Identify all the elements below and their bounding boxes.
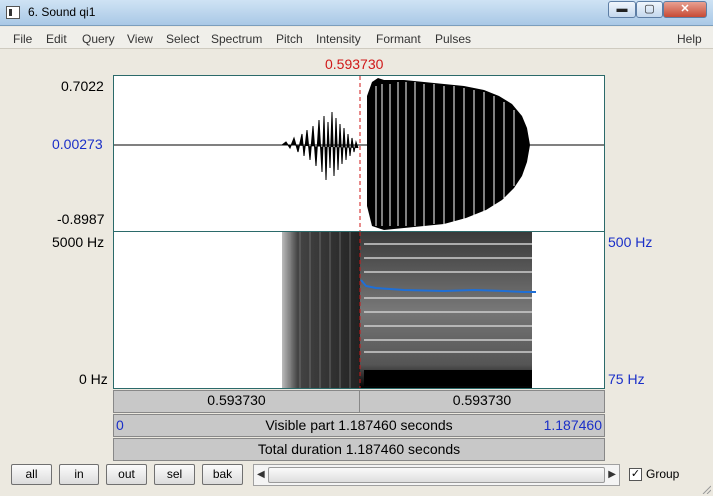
spectrogram-graphic bbox=[282, 232, 536, 388]
resize-grip-icon[interactable] bbox=[701, 484, 711, 494]
window-title: 6. Sound qi1 bbox=[28, 5, 96, 19]
menu-edit[interactable]: Edit bbox=[46, 32, 67, 46]
menu-query[interactable]: Query bbox=[82, 32, 115, 46]
waveform-graphic bbox=[114, 76, 604, 231]
left-segment-duration: 0.593730 bbox=[207, 392, 266, 408]
menu-help[interactable]: Help bbox=[677, 32, 702, 46]
menu-select[interactable]: Select bbox=[166, 32, 199, 46]
waveform-cursor-value-label: 0.00273 bbox=[52, 136, 103, 152]
waveform-min-label: -0.8987 bbox=[57, 211, 105, 227]
total-duration-bar[interactable]: Total duration 1.187460 seconds bbox=[113, 438, 605, 461]
zoom-out-button[interactable]: out bbox=[106, 464, 147, 485]
menu-spectrum[interactable]: Spectrum bbox=[211, 32, 262, 46]
right-segment[interactable]: 0.593730 bbox=[360, 391, 604, 412]
menu-pitch[interactable]: Pitch bbox=[276, 32, 303, 46]
zoom-selection-button[interactable]: sel bbox=[154, 464, 195, 485]
scrollbar-thumb[interactable] bbox=[268, 467, 605, 483]
visible-part-bar[interactable]: 0 Visible part 1.187460 seconds 1.187460 bbox=[113, 414, 605, 437]
zoom-in-button[interactable]: in bbox=[59, 464, 99, 485]
menu-bar: File Edit Query View Select Spectrum Pit… bbox=[0, 27, 713, 49]
waveform-panel[interactable] bbox=[113, 75, 605, 232]
visible-part-label: Visible part 1.187460 seconds bbox=[265, 417, 453, 433]
group-label: Group bbox=[646, 467, 680, 481]
zoom-back-button[interactable]: bak bbox=[202, 464, 243, 485]
left-segment[interactable]: 0.593730 bbox=[114, 391, 360, 412]
zoom-all-button[interactable]: all bbox=[11, 464, 52, 485]
right-segment-duration: 0.593730 bbox=[452, 392, 512, 408]
spectrogram-freq-bottom-label: 0 Hz bbox=[79, 371, 108, 387]
group-checkbox[interactable]: ✓ bbox=[629, 468, 642, 481]
menu-intensity[interactable]: Intensity bbox=[316, 32, 361, 46]
scroll-right-arrow-icon[interactable]: ▶ bbox=[608, 469, 616, 480]
waveform-max-label: 0.7022 bbox=[61, 78, 104, 94]
menu-pulses[interactable]: Pulses bbox=[435, 32, 471, 46]
scroll-left-arrow-icon[interactable]: ◀ bbox=[257, 469, 265, 480]
menu-formant[interactable]: Formant bbox=[376, 32, 421, 46]
minimize-button[interactable]: ▬ bbox=[608, 1, 636, 18]
menu-file[interactable]: File bbox=[13, 32, 32, 46]
horizontal-scrollbar[interactable]: ◀ ▶ bbox=[253, 464, 620, 486]
pitch-top-label: 500 Hz bbox=[608, 234, 653, 250]
spectrogram-freq-top-label: 5000 Hz bbox=[52, 234, 105, 250]
selection-time-bar: 0.593730 0.593730 bbox=[113, 390, 605, 413]
app-icon bbox=[6, 6, 20, 19]
maximize-button[interactable]: ▢ bbox=[636, 1, 663, 18]
total-duration-label: Total duration 1.187460 seconds bbox=[257, 441, 461, 457]
spectrogram-panel[interactable] bbox=[113, 232, 605, 389]
pitch-bottom-label: 75 Hz bbox=[608, 371, 645, 387]
close-button[interactable]: ✕ bbox=[663, 1, 707, 18]
menu-view[interactable]: View bbox=[127, 32, 153, 46]
visible-end-label: 1.187460 bbox=[543, 417, 602, 433]
cursor-time-label: 0.593730 bbox=[325, 56, 384, 72]
title-bar: 6. Sound qi1 ▬ ▢ ✕ bbox=[0, 0, 713, 26]
